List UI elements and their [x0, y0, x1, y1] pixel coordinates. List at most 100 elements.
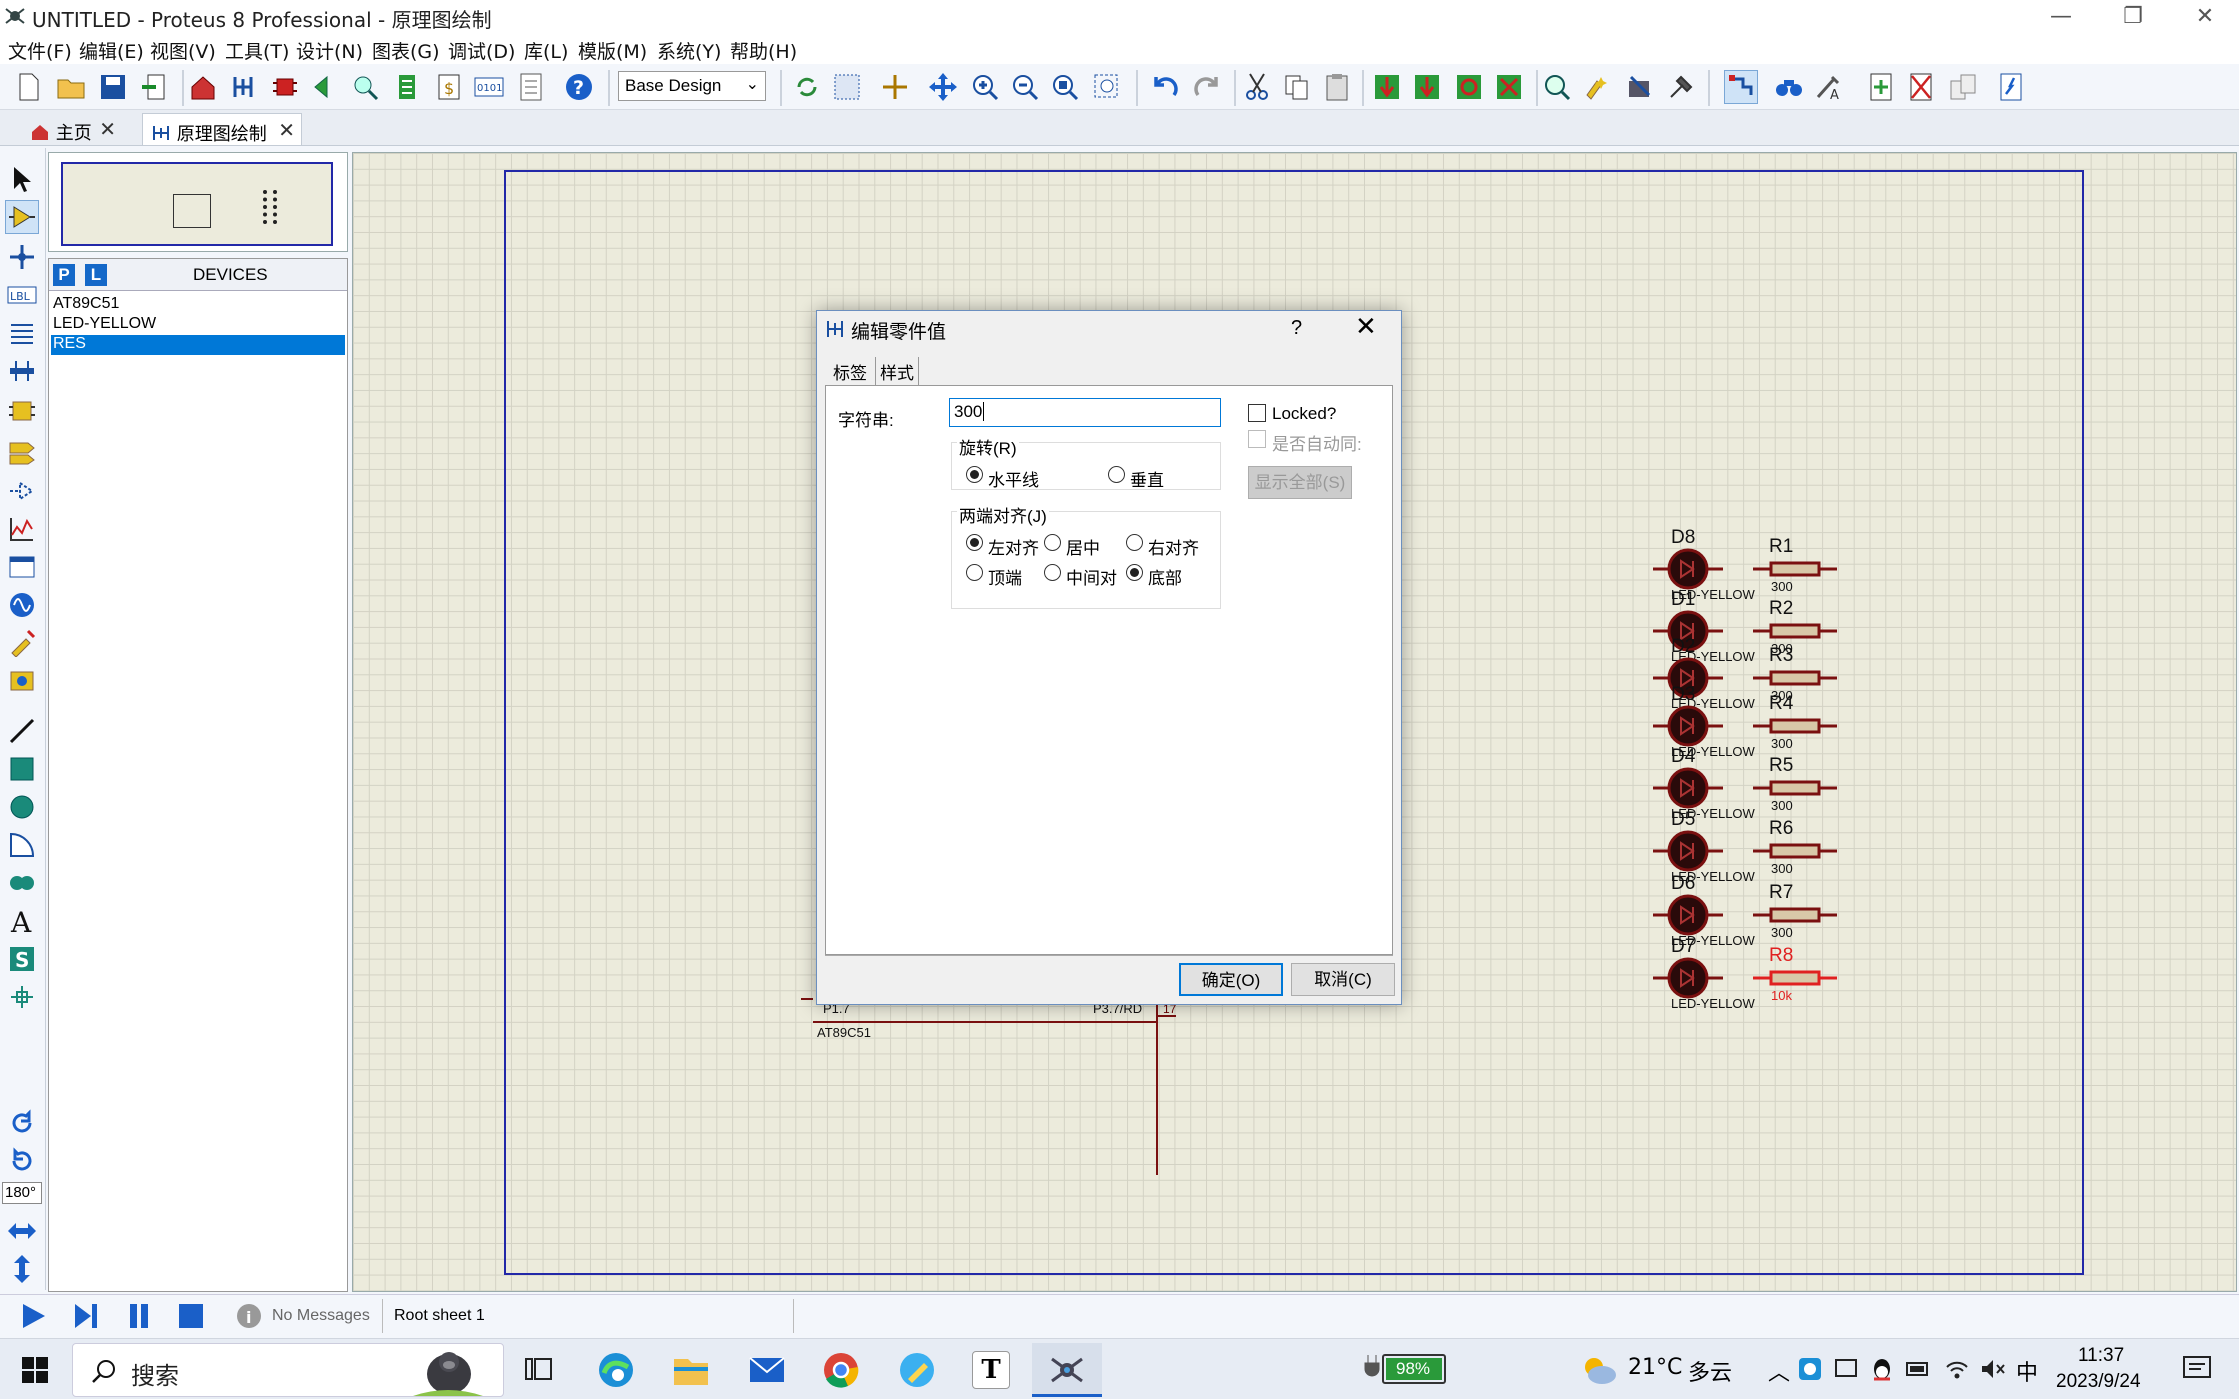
resistor-symbol[interactable]: [1753, 716, 1837, 736]
resistor-symbol[interactable]: [1753, 905, 1837, 925]
terminal-icon[interactable]: [5, 434, 39, 468]
symbol-tool-icon[interactable]: S: [5, 942, 39, 976]
menu-file[interactable]: 文件(F): [8, 37, 72, 64]
led-symbol[interactable]: [1653, 704, 1723, 748]
menu-tools[interactable]: 工具(T): [225, 37, 289, 64]
message-status[interactable]: No Messages: [272, 1307, 370, 1325]
resistor-symbol[interactable]: [1753, 841, 1837, 861]
circle-tool-icon[interactable]: [5, 790, 39, 824]
mirror-vertical-icon[interactable]: [5, 1252, 39, 1286]
overview-pane[interactable]: [48, 152, 348, 252]
minimize-button[interactable]: —: [2027, 0, 2095, 34]
new-sheet-icon[interactable]: [1864, 70, 1898, 104]
paste-icon[interactable]: [1320, 70, 1354, 104]
gerber-icon[interactable]: [348, 70, 382, 104]
list-item[interactable]: AT89C51: [51, 295, 345, 315]
text-script-icon[interactable]: [5, 316, 39, 350]
led-symbol[interactable]: [1653, 829, 1723, 873]
virtual-instrument-icon[interactable]: [5, 664, 39, 698]
step-icon[interactable]: [70, 1299, 104, 1333]
property-assignment-icon[interactable]: A: [1812, 70, 1846, 104]
junction-dot-icon[interactable]: [5, 240, 39, 274]
weather-temperature[interactable]: 21°C: [1628, 1355, 1682, 1380]
edge-browser-icon[interactable]: [596, 1351, 636, 1393]
resistor-symbol[interactable]: [1753, 668, 1837, 688]
remove-sheet-icon[interactable]: [1904, 70, 1938, 104]
redo-icon[interactable]: [1190, 70, 1224, 104]
justify-bottom-radio[interactable]: [1126, 564, 1143, 581]
marker-tool-icon[interactable]: [5, 980, 39, 1014]
stop-icon[interactable]: [174, 1299, 208, 1333]
zoom-in-icon[interactable]: [968, 70, 1002, 104]
refresh-icon[interactable]: [790, 70, 824, 104]
graph-icon[interactable]: [5, 512, 39, 546]
tray-app-icon[interactable]: [1798, 1357, 1822, 1385]
search-tag-icon[interactable]: [1772, 70, 1806, 104]
help-icon[interactable]: ?: [562, 70, 596, 104]
wifi-icon[interactable]: [1944, 1357, 1970, 1385]
library-manager-button[interactable]: L: [85, 264, 107, 286]
tab-schematic[interactable]: 原理图绘制 ✕: [142, 113, 302, 145]
block-rotate-icon[interactable]: [1452, 70, 1486, 104]
tape-recorder-icon[interactable]: [5, 550, 39, 584]
auto-sync-checkbox[interactable]: [1248, 430, 1266, 448]
led-symbol[interactable]: [1653, 956, 1723, 1000]
justify-top-radio[interactable]: [966, 564, 983, 581]
resistor-symbol[interactable]: [1753, 778, 1837, 798]
copy-icon[interactable]: [1280, 70, 1314, 104]
design-variant-select[interactable]: Base Design ⌄: [618, 71, 766, 101]
sketch-app-icon[interactable]: [898, 1351, 936, 1393]
dialog-close-icon[interactable]: ✕: [1355, 311, 1377, 342]
typora-app-icon[interactable]: T: [972, 1351, 1010, 1389]
battery-tray-icon[interactable]: [1906, 1359, 1932, 1383]
justify-center-radio[interactable]: [1044, 534, 1061, 551]
led-symbol[interactable]: [1653, 893, 1723, 937]
menu-view[interactable]: 视图(V): [150, 37, 216, 64]
overview-viewport[interactable]: [61, 162, 333, 246]
zoom-out-icon[interactable]: [1008, 70, 1042, 104]
led-symbol[interactable]: [1653, 766, 1723, 810]
3d-view-icon[interactable]: [308, 70, 342, 104]
wire-label-icon[interactable]: LBL: [5, 278, 39, 312]
rotation-vertical-radio[interactable]: [1108, 466, 1125, 483]
new-file-icon[interactable]: [12, 70, 46, 104]
source-code-icon[interactable]: 0101: [472, 70, 506, 104]
locked-checkbox[interactable]: [1248, 404, 1266, 422]
menu-help[interactable]: 帮助(H): [730, 37, 797, 64]
menu-template[interactable]: 模版(M): [578, 37, 647, 64]
play-icon[interactable]: [16, 1299, 50, 1333]
exit-to-parent-icon[interactable]: [1946, 70, 1980, 104]
taskbar-search-box[interactable]: 搜索: [72, 1343, 504, 1397]
block-copy-icon[interactable]: [1370, 70, 1404, 104]
menu-system[interactable]: 系统(Y): [657, 37, 721, 64]
cut-icon[interactable]: [1240, 70, 1274, 104]
packaging-tool-icon[interactable]: [1622, 70, 1656, 104]
windows-start-icon[interactable]: [22, 1357, 48, 1387]
pick-device-icon[interactable]: [1540, 70, 1574, 104]
tab-label[interactable]: 标签: [829, 357, 871, 388]
zoom-all-icon[interactable]: [1048, 70, 1082, 104]
path-tool-icon[interactable]: [5, 866, 39, 900]
generator-icon[interactable]: [5, 588, 39, 622]
menu-debug[interactable]: 调试(D): [448, 37, 515, 64]
show-all-button[interactable]: 显示全部(S): [1248, 466, 1352, 499]
ime-indicator[interactable]: 中: [2016, 1355, 2038, 1387]
volume-muted-icon[interactable]: [1980, 1357, 2006, 1385]
line-tool-icon[interactable]: [5, 714, 39, 748]
qq-icon[interactable]: [1870, 1357, 1894, 1387]
home-icon[interactable]: [186, 70, 220, 104]
file-explorer-icon[interactable]: [672, 1353, 710, 1391]
battery-indicator[interactable]: 98%: [1382, 1354, 1446, 1384]
pause-icon[interactable]: [122, 1299, 156, 1333]
mail-icon[interactable]: [748, 1355, 786, 1389]
notes-icon[interactable]: [514, 70, 548, 104]
resistor-symbol[interactable]: [1753, 621, 1837, 641]
tab-style[interactable]: 样式: [875, 357, 919, 386]
origin-icon[interactable]: [878, 70, 912, 104]
restore-button[interactable]: ❐: [2099, 0, 2167, 34]
save-icon[interactable]: [96, 70, 130, 104]
rotation-horizontal-radio[interactable]: [966, 466, 983, 483]
notification-icon[interactable]: [2182, 1355, 2212, 1387]
menu-design[interactable]: 设计(N): [296, 37, 363, 64]
list-item[interactable]: LED-YELLOW: [51, 315, 345, 335]
